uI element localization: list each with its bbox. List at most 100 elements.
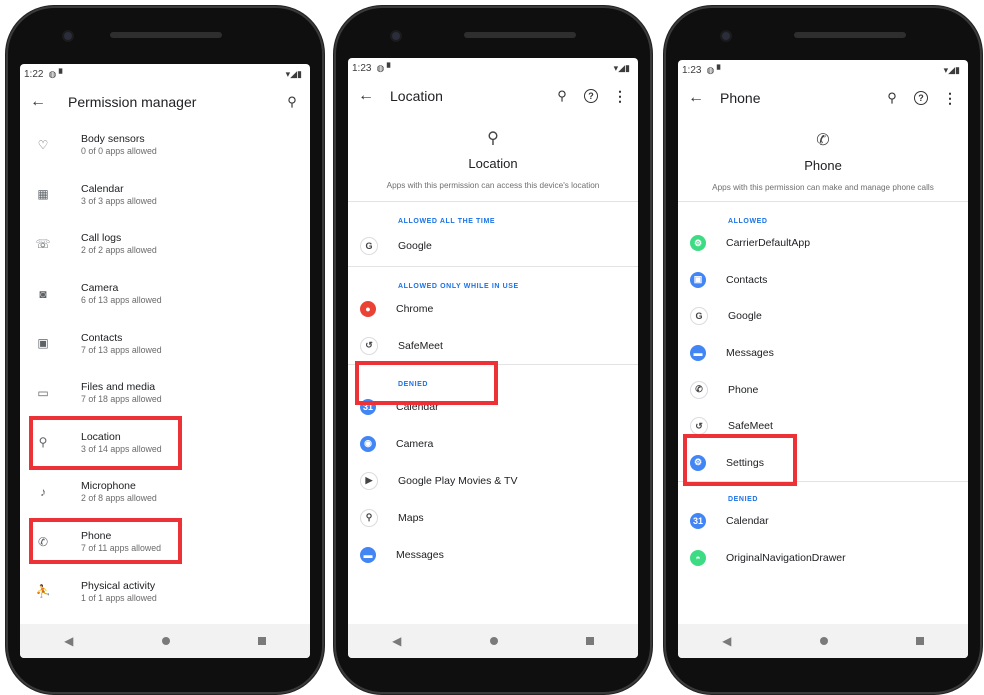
app-row[interactable]: ◓ OriginalNavigationDrawer	[678, 540, 968, 577]
permission-text: Body sensors 0 of 0 apps allowed	[81, 133, 157, 156]
permission-count: 2 of 8 apps allowed	[81, 493, 157, 504]
app-name: Google Play Movies & TV	[398, 474, 518, 487]
nav-recents-icon[interactable]	[257, 637, 266, 645]
call-log-icon: ☏	[35, 236, 51, 251]
app-name: SafeMeet	[398, 339, 443, 352]
app-row[interactable]: ⚲ Maps	[348, 499, 638, 536]
app-row[interactable]: ↺ SafeMeet	[348, 327, 638, 364]
app-row[interactable]: ▶ Google Play Movies & TV	[348, 462, 638, 499]
permission-text: Camera 6 of 13 apps allowed	[81, 282, 162, 305]
back-arrow-icon[interactable]: ←	[358, 87, 388, 105]
permission-label: Call logs	[81, 232, 122, 245]
nav-recents-icon[interactable]	[585, 637, 594, 645]
permission-item[interactable]: ▦ Calendar 3 of 3 apps allowed	[20, 170, 310, 220]
permission-count: 2 of 2 apps allowed	[81, 245, 157, 256]
nav-back-icon[interactable]: ◀	[392, 634, 401, 648]
more-options-icon[interactable]: ⋮	[942, 90, 958, 107]
heart-icon: ♡	[37, 137, 49, 152]
android-app-icon: ◓	[690, 550, 706, 567]
nav-back-icon[interactable]: ◀	[722, 634, 731, 648]
permission-count: 1 of 1 apps allowed	[81, 592, 157, 603]
permission-count: 6 of 13 apps allowed	[81, 295, 162, 306]
app-name: Google	[728, 310, 762, 323]
section-allowed-all-time: ALLOWED ALL THE TIME	[398, 218, 496, 225]
app-list-while-in-use: ● Chrome ↺ SafeMeet	[348, 290, 638, 364]
app-row[interactable]: ▬ Messages	[348, 536, 638, 573]
app-name: Messages	[396, 548, 444, 561]
app-row[interactable]: ◉ Camera	[348, 425, 638, 462]
search-icon[interactable]: ⚲	[284, 94, 300, 110]
more-options-icon[interactable]: ⋮	[612, 88, 628, 105]
permission-item[interactable]: ♡ Body sensors 0 of 0 apps allowed	[20, 120, 310, 170]
notification-icon: ◍ ▘	[48, 68, 66, 79]
permission-text: Call logs 2 of 2 apps allowed	[81, 232, 157, 255]
notification-icon: ◍ ▘	[706, 64, 724, 75]
safemeet-icon: ↺	[690, 417, 708, 436]
page-title: Location	[390, 88, 443, 104]
app-row[interactable]: ▣ Contacts	[678, 262, 968, 299]
permission-item[interactable]: ♪ Microphone 2 of 8 apps allowed	[20, 467, 310, 517]
help-icon[interactable]: ?	[584, 89, 598, 103]
nav-home-icon[interactable]	[489, 637, 498, 645]
status-time: 1:22	[24, 68, 44, 80]
highlight-location-item	[29, 416, 182, 470]
microphone-icon: ♪	[40, 484, 46, 499]
nav-recents-icon[interactable]	[915, 637, 924, 645]
search-icon[interactable]: ⚲	[884, 90, 900, 106]
permission-header: ✆ Phone Apps with this permission can ma…	[678, 116, 968, 193]
app-row[interactable]: ▬ Messages	[678, 335, 968, 372]
app-list-denied: 31 Calendar ◓ OriginalNavigationDrawer	[678, 503, 968, 576]
nav-bar: ◀	[20, 624, 310, 658]
nav-home-icon[interactable]	[819, 637, 828, 645]
permission-count: 3 of 3 apps allowed	[81, 195, 157, 206]
screen-phone-permission: 1:23 ◍ ▘ ▾◢▮ ← Phone ⚲ ? ⋮ ✆ Phone Apps …	[678, 60, 968, 658]
phone-frame-3: 1:23 ◍ ▘ ▾◢▮ ← Phone ⚲ ? ⋮ ✆ Phone Apps …	[664, 6, 982, 694]
permission-item[interactable]: ⛹ Physical activity 1 of 1 apps allowed	[20, 566, 310, 616]
permission-label: Contacts	[81, 331, 123, 344]
play-movies-icon: ▶	[360, 471, 378, 490]
permission-label: Physical activity	[81, 579, 156, 592]
highlight-safemeet-phone	[683, 434, 797, 486]
search-icon[interactable]: ⚲	[554, 88, 570, 104]
app-row[interactable]: ✆ Phone	[678, 371, 968, 408]
app-row[interactable]: 31 Calendar	[678, 503, 968, 540]
permission-title: Location	[468, 156, 518, 171]
permission-label: Camera	[81, 282, 119, 295]
permission-item[interactable]: ▭ Files and media 7 of 18 apps allowed	[20, 368, 310, 418]
divider	[348, 201, 638, 202]
permission-count: 7 of 13 apps allowed	[81, 344, 162, 355]
permission-item[interactable]: ◙ Camera 6 of 13 apps allowed	[20, 269, 310, 319]
app-row[interactable]: G Google	[348, 225, 638, 266]
app-name: Contacts	[726, 273, 768, 286]
safemeet-icon: ↺	[360, 336, 378, 355]
permission-label: Body sensors	[81, 133, 145, 146]
section-allowed-while-in-use: ALLOWED ONLY WHILE IN USE	[398, 283, 519, 290]
google-icon: G	[360, 236, 378, 255]
activity-icon: ⛹	[35, 584, 51, 599]
app-row[interactable]: G Google	[678, 298, 968, 335]
nav-bar: ◀	[348, 624, 638, 658]
back-arrow-icon[interactable]: ←	[688, 89, 718, 107]
permission-description: Apps with this permission can make and m…	[712, 183, 934, 192]
front-camera	[392, 32, 400, 40]
permission-text: Physical activity 1 of 1 apps allowed	[81, 580, 157, 603]
app-list-denied: 31 Calendar ◉ Camera ▶ Google Play Movies & T…	[348, 388, 638, 573]
nav-home-icon[interactable]	[161, 637, 170, 645]
app-row[interactable]: ⚙ CarrierDefaultApp	[678, 225, 968, 262]
app-name: SafeMeet	[728, 420, 773, 433]
help-icon[interactable]: ?	[914, 91, 928, 105]
front-camera	[722, 32, 730, 40]
app-name: OriginalNavigationDrawer	[726, 552, 846, 565]
permission-count: 0 of 0 apps allowed	[81, 146, 157, 157]
app-name: Maps	[398, 511, 424, 524]
app-row[interactable]: ● Chrome	[348, 290, 638, 327]
speaker-grille	[110, 32, 222, 38]
nav-back-icon[interactable]: ◀	[64, 634, 73, 648]
back-arrow-icon[interactable]: ←	[30, 93, 60, 111]
app-name: Phone	[728, 383, 759, 396]
notification-icon: ◍ ▘	[376, 62, 394, 73]
app-name: Messages	[726, 347, 774, 360]
permission-item[interactable]: ▣ Contacts 7 of 13 apps allowed	[20, 318, 310, 368]
permission-count: 7 of 18 apps allowed	[81, 394, 162, 405]
permission-item[interactable]: ☏ Call logs 2 of 2 apps allowed	[20, 219, 310, 269]
